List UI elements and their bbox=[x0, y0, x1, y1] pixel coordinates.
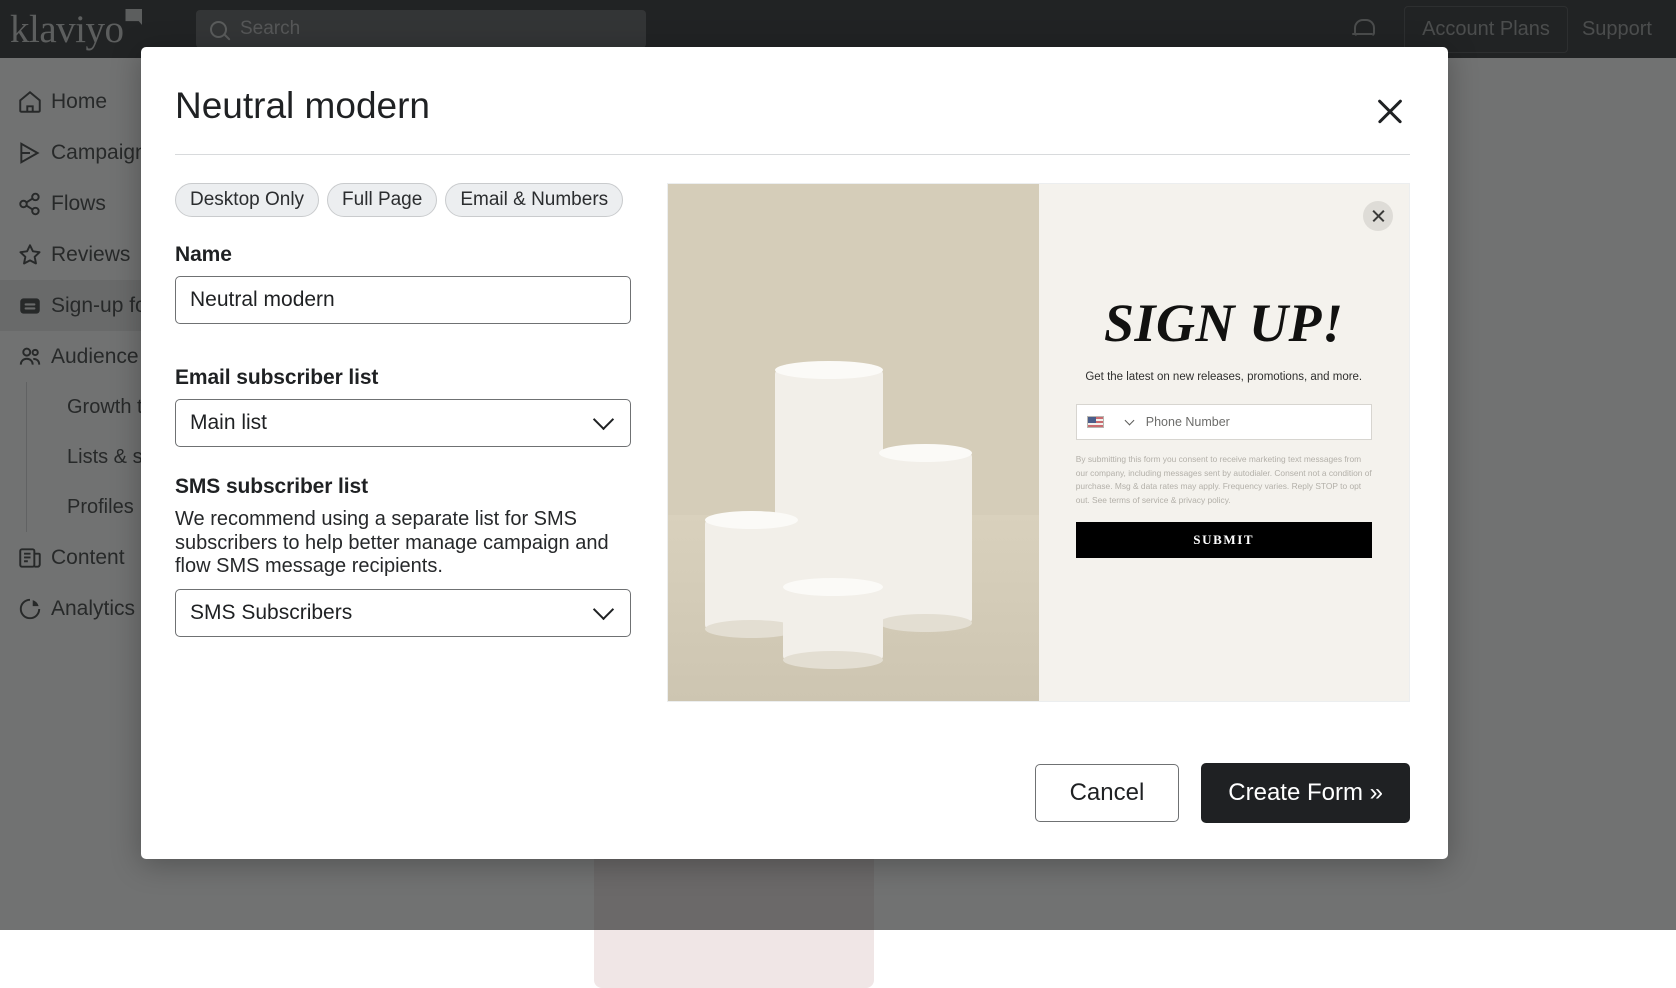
preview-subheading: Get the latest on new releases, promotio… bbox=[1085, 371, 1362, 383]
form-preview: SIGN UP! Get the latest on new releases,… bbox=[667, 183, 1410, 702]
sms-list-help-text: We recommend using a separate list for S… bbox=[175, 508, 631, 579]
modal-body: Desktop Only Full Page Email & Numbers N… bbox=[141, 155, 1448, 763]
template-tag-list: Desktop Only Full Page Email & Numbers bbox=[175, 183, 631, 217]
sms-subscriber-list-select[interactable]: SMS Subscribers bbox=[175, 589, 631, 637]
name-input[interactable]: Neutral modern bbox=[175, 276, 631, 324]
tag-full-page: Full Page bbox=[327, 183, 437, 217]
email-subscriber-list-select[interactable]: Main list bbox=[175, 399, 631, 447]
us-flag-icon bbox=[1087, 416, 1104, 428]
tag-email-and-numbers: Email & Numbers bbox=[445, 183, 623, 217]
chevron-down-icon bbox=[593, 409, 614, 430]
modal-footer: Cancel Create Form » bbox=[141, 763, 1448, 859]
phone-placeholder: Phone Number bbox=[1146, 415, 1230, 429]
chevron-down-icon bbox=[1124, 415, 1134, 425]
form-settings-column: Desktop Only Full Page Email & Numbers N… bbox=[175, 183, 631, 763]
close-icon[interactable] bbox=[1374, 95, 1406, 127]
name-field-label: Name bbox=[175, 243, 631, 267]
sms-list-value: SMS Subscribers bbox=[190, 601, 352, 625]
preview-signup-form: SIGN UP! Get the latest on new releases,… bbox=[1039, 184, 1410, 701]
preview-close-icon[interactable] bbox=[1363, 201, 1393, 231]
modal-header: Neutral modern bbox=[141, 47, 1448, 127]
preview-heading: SIGN UP! bbox=[1104, 292, 1344, 354]
email-list-value: Main list bbox=[190, 411, 267, 435]
create-form-button[interactable]: Create Form » bbox=[1201, 763, 1410, 823]
cancel-button[interactable]: Cancel bbox=[1035, 764, 1180, 822]
podium-short-front bbox=[783, 587, 883, 659]
podium-medium bbox=[879, 453, 972, 624]
email-list-label: Email subscriber list bbox=[175, 366, 631, 390]
preview-photo bbox=[668, 184, 1039, 701]
sms-list-label: SMS subscriber list bbox=[175, 475, 631, 499]
chevron-down-icon bbox=[593, 599, 614, 620]
tag-desktop-only: Desktop Only bbox=[175, 183, 319, 217]
preview-consent-text: By submitting this form you consent to r… bbox=[1076, 453, 1372, 507]
preview-phone-input[interactable]: Phone Number bbox=[1076, 404, 1372, 440]
preview-submit-button[interactable]: SUBMIT bbox=[1076, 522, 1372, 558]
create-form-modal: Neutral modern Desktop Only Full Page Em… bbox=[141, 47, 1448, 859]
modal-title: Neutral modern bbox=[175, 85, 430, 127]
